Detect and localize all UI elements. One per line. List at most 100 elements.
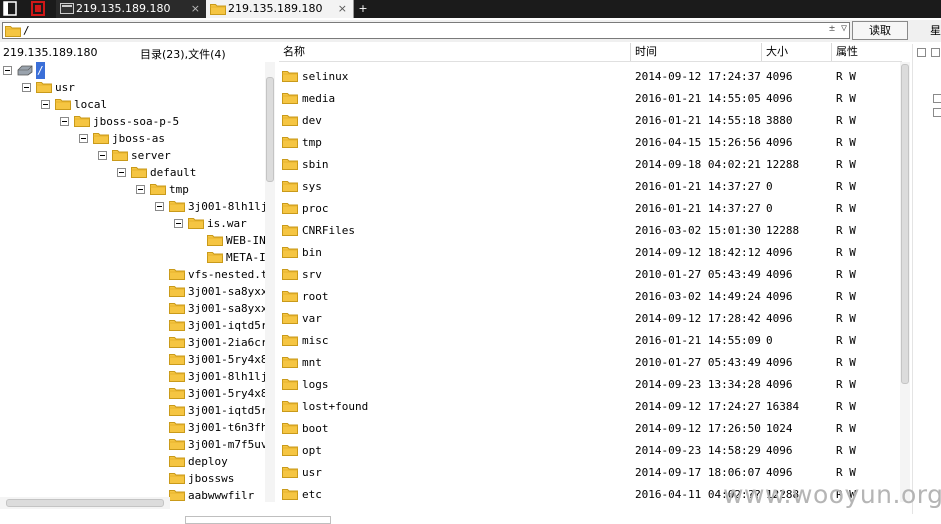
file-row[interactable]: lost+found 2014-09-12 17:24:27 16384 R W — [279, 396, 899, 418]
tree-collapse-toggle[interactable] — [3, 66, 12, 75]
file-row[interactable]: CNRFiles 2016-03-02 15:01:30 12288 R W — [279, 220, 899, 242]
file-row[interactable]: dev 2016-01-21 14:55:18 3880 R W — [279, 110, 899, 132]
app-icon[interactable] — [30, 1, 46, 16]
tree-node[interactable]: deploy — [0, 453, 265, 470]
file-row[interactable]: selinux 2014-09-12 17:24:37 4096 R W — [279, 66, 899, 88]
tree-collapse-toggle[interactable] — [60, 117, 69, 126]
file-row[interactable]: media 2016-01-21 14:55:05 4096 R W — [279, 88, 899, 110]
folder-icon — [150, 183, 166, 195]
tree-collapse-toggle[interactable] — [174, 219, 183, 228]
tree-hscrollbar[interactable] — [0, 497, 170, 509]
tree-node[interactable]: vfs-nested.tı — [0, 266, 270, 283]
folder-icon — [169, 370, 185, 382]
tree-node[interactable]: server — [0, 147, 265, 164]
tree-node[interactable]: 3j001-2ia6cr — [0, 334, 268, 351]
tree-node[interactable]: default — [0, 164, 265, 181]
file-row[interactable]: boot 2014-09-12 17:26:50 1024 R W — [279, 418, 899, 440]
tree-node[interactable]: 3j001-8lh1lj — [0, 198, 267, 215]
add-tab-icon[interactable]: + — [356, 0, 370, 18]
tree-collapse-toggle[interactable] — [98, 151, 107, 160]
tree-collapse-toggle[interactable] — [155, 202, 164, 211]
scrollbar-thumb[interactable] — [266, 77, 274, 182]
scrollbar-thumb[interactable] — [901, 64, 909, 384]
address-bar: / ± ▽ 读取 — [0, 20, 941, 42]
file-row[interactable]: srv 2010-01-27 05:43:49 4096 R W — [279, 264, 899, 286]
bottom-tab[interactable] — [185, 516, 331, 524]
file-row[interactable]: opt 2014-09-23 14:58:29 4096 R W — [279, 440, 899, 462]
collapse-icon[interactable] — [917, 48, 926, 57]
file-row[interactable]: logs 2014-09-23 13:34:28 4096 R W — [279, 374, 899, 396]
drive-icon — [17, 65, 33, 76]
tree-node[interactable]: 3j001-5ry4x8 — [0, 385, 267, 402]
tree-scrollbar[interactable] — [265, 62, 275, 502]
path-input[interactable]: / ± ▽ — [2, 22, 850, 39]
path-value: / — [23, 24, 30, 37]
list-scrollbar[interactable] — [900, 62, 910, 502]
file-row[interactable]: root 2016-03-02 14:49:24 4096 R W — [279, 286, 899, 308]
side-panel-tab[interactable]: 星 — [930, 22, 941, 38]
column-name[interactable]: 名称 — [279, 43, 631, 61]
tree-node[interactable]: 3j001-m7f5uv — [0, 436, 267, 453]
tree-collapse-toggle[interactable] — [22, 83, 31, 92]
tree-node[interactable]: 3j001-sa8yxx — [0, 283, 267, 300]
tree-collapse-toggle[interactable] — [41, 100, 50, 109]
collapse-icon[interactable] — [931, 48, 940, 57]
column-attr[interactable]: 属性 — [832, 43, 902, 61]
tree-node[interactable]: 3j001-iqtd5r — [0, 317, 267, 334]
scrollbar-thumb[interactable] — [6, 499, 164, 507]
column-time[interactable]: 时间 — [631, 43, 762, 61]
close-icon[interactable]: × — [338, 0, 347, 17]
tab-terminal[interactable]: 219.135.189.180 × — [56, 0, 206, 18]
collapse-icon[interactable] — [933, 108, 941, 117]
tree-node[interactable]: 3j001-sa8yxx — [0, 300, 267, 317]
close-icon[interactable]: × — [191, 0, 200, 17]
tree-node[interactable]: 3j001-t6n3fh — [0, 419, 267, 436]
tree-node[interactable]: WEB-IN — [0, 232, 266, 249]
file-time: 2014-09-23 14:58:29 — [635, 444, 761, 457]
file-size: 4096 — [766, 312, 793, 325]
file-row[interactable]: sys 2016-01-21 14:37:27 0 R W — [279, 176, 899, 198]
collapse-icon[interactable] — [933, 94, 941, 103]
folder-icon — [282, 356, 298, 368]
read-button[interactable]: 读取 — [852, 21, 908, 40]
tree-node-label: server — [131, 149, 171, 162]
column-size[interactable]: 大小 — [762, 43, 832, 61]
tab-file-manager[interactable]: 219.135.189.180 × — [206, 0, 354, 18]
file-time: 2016-01-21 14:37:27 — [635, 202, 761, 215]
tree-node[interactable]: usr — [0, 79, 265, 96]
window-menu-icon[interactable] — [2, 1, 18, 16]
file-row[interactable]: mnt 2010-01-27 05:43:49 4096 R W — [279, 352, 899, 374]
file-size: 4096 — [766, 136, 793, 149]
tree-node[interactable]: jbossws — [0, 470, 265, 487]
file-name: etc — [302, 488, 322, 501]
file-row[interactable]: tmp 2016-04-15 15:26:56 4096 R W — [279, 132, 899, 154]
tree-node[interactable]: local — [0, 96, 265, 113]
file-row[interactable]: misc 2016-01-21 14:55:09 0 R W — [279, 330, 899, 352]
chevron-down-icon[interactable]: ± ▽ — [829, 23, 847, 34]
tree-node[interactable]: 3j001-8lh1lj — [0, 368, 267, 385]
file-time: 2014-09-12 17:24:37 — [635, 70, 761, 83]
tree-node[interactable]: jboss-soa-p-5 — [0, 113, 265, 130]
file-row[interactable]: bin 2014-09-12 18:42:12 4096 R W — [279, 242, 899, 264]
file-attr: R W — [836, 202, 856, 215]
folder-icon — [282, 466, 298, 478]
tree-node[interactable]: / — [0, 62, 265, 79]
tree-node[interactable]: is.war — [0, 215, 265, 232]
tree-node-label: 3j001-2ia6cr — [188, 336, 268, 349]
tree-node[interactable]: 3j001-5ry4x8 — [0, 351, 267, 368]
file-row[interactable]: sbin 2014-09-18 04:02:21 12288 R W — [279, 154, 899, 176]
file-time: 2014-09-12 17:26:50 — [635, 422, 761, 435]
folder-icon — [282, 246, 298, 258]
file-row[interactable]: var 2014-09-12 17:28:42 4096 R W — [279, 308, 899, 330]
tree-node[interactable]: META-I — [0, 249, 266, 266]
tree-node[interactable]: 3j001-iqtd5r — [0, 402, 267, 419]
file-name: media — [302, 92, 336, 105]
tree-collapse-toggle[interactable] — [117, 168, 126, 177]
file-row[interactable]: proc 2016-01-21 14:37:27 0 R W — [279, 198, 899, 220]
tree-node[interactable]: jboss-as — [0, 130, 265, 147]
file-size: 0 — [766, 334, 773, 347]
tree-node[interactable]: tmp — [0, 181, 265, 198]
tree-collapse-toggle[interactable] — [136, 185, 145, 194]
tree-collapse-toggle[interactable] — [79, 134, 88, 143]
file-time: 2010-01-27 05:43:49 — [635, 356, 761, 369]
